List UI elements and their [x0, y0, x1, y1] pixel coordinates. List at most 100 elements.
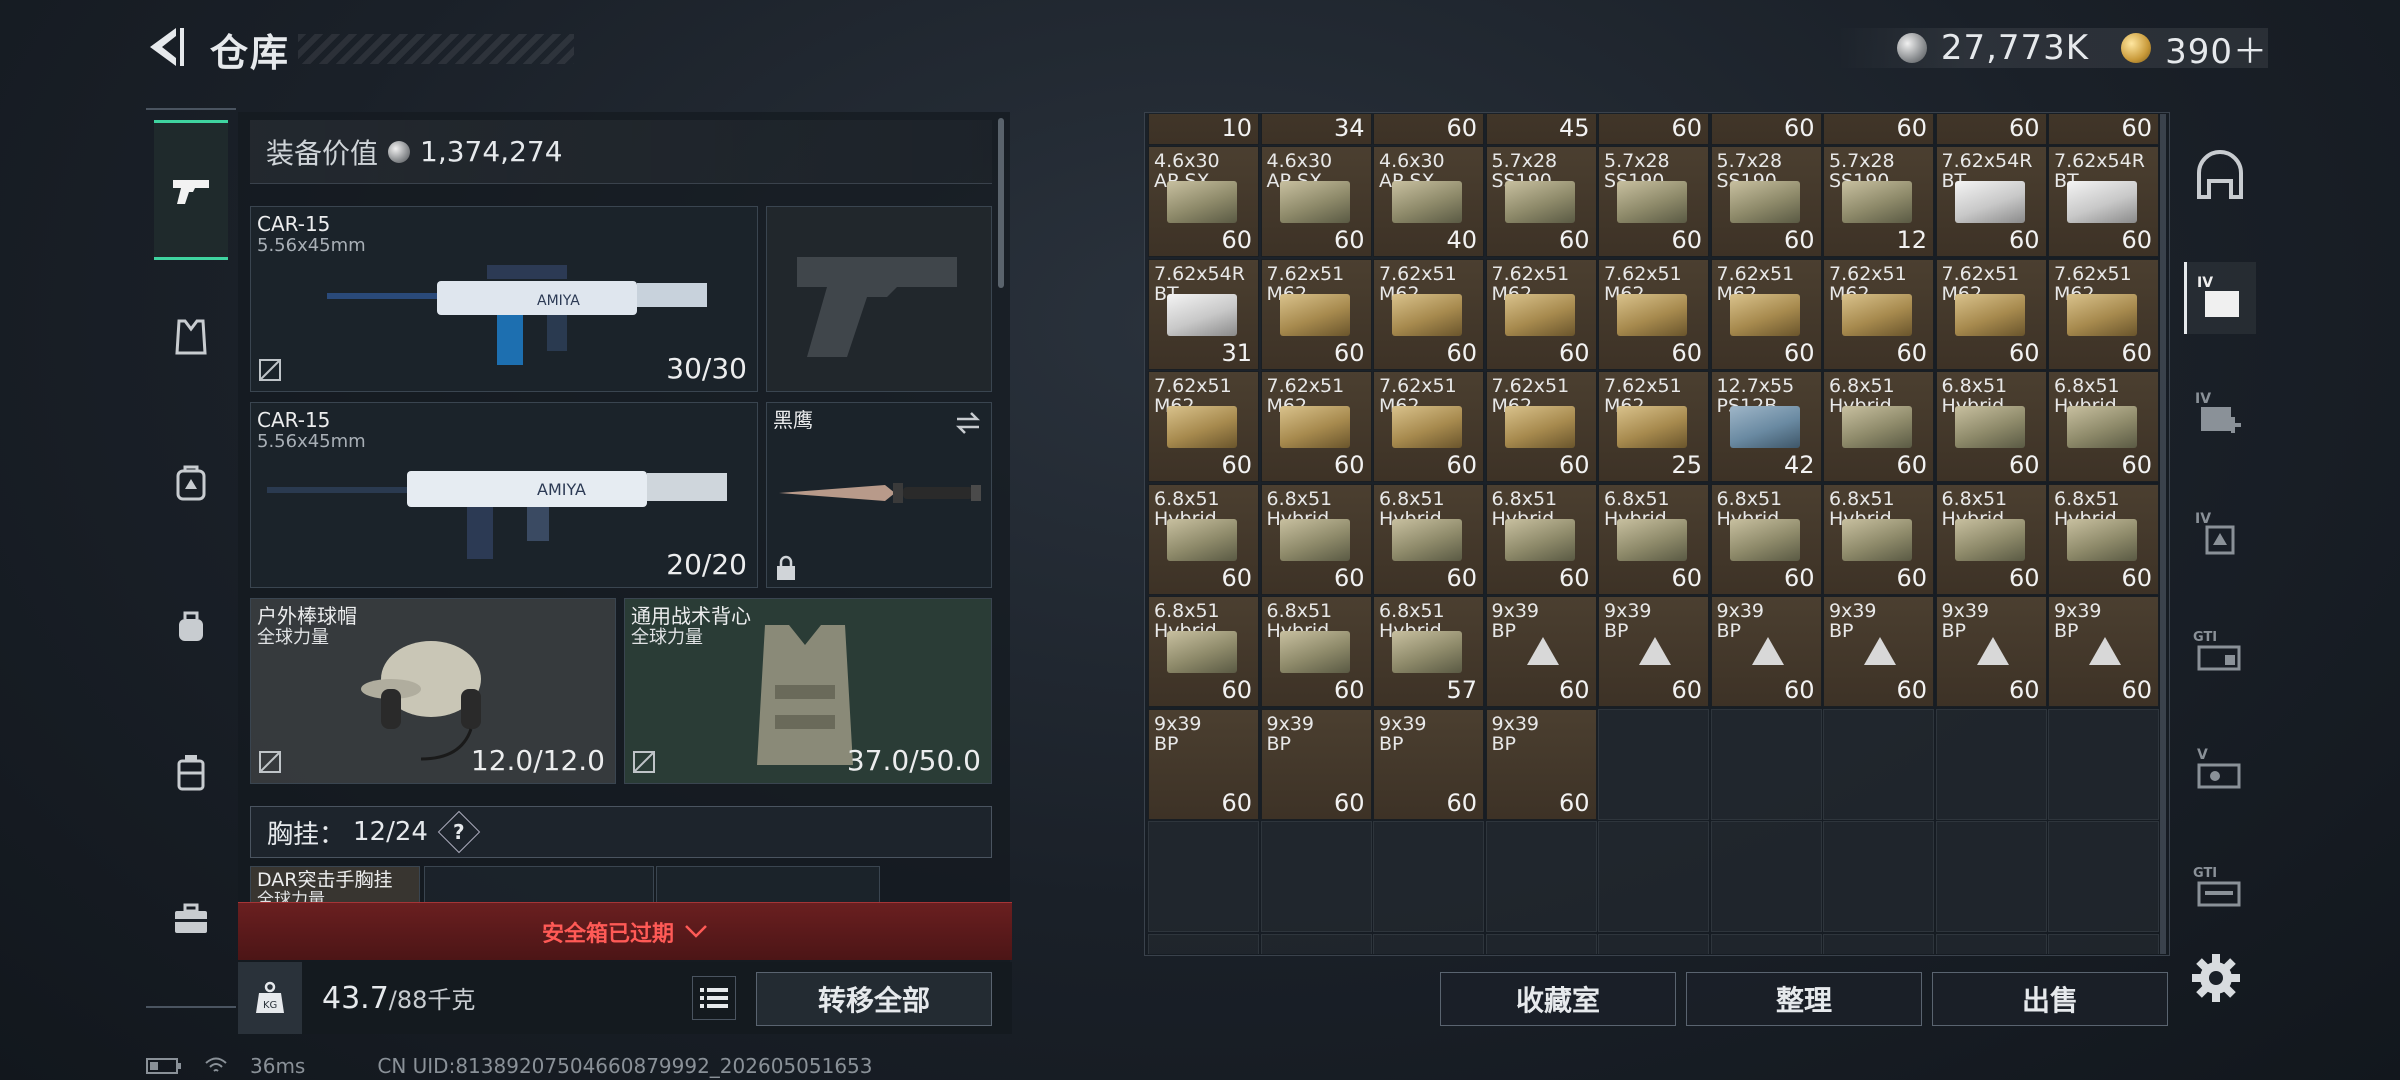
sell-button[interactable]: 出售 [1932, 972, 2168, 1026]
helmet-slot[interactable]: 户外棒球帽 全球力量 12.0/12.0 [250, 598, 616, 784]
inventory-item[interactable]: 7.62x51 M6260 [1598, 258, 1709, 370]
warehouse-home-tab[interactable] [2184, 140, 2256, 212]
inventory-item[interactable]: 5.7x28 SS19060 [1598, 146, 1709, 257]
empty-inventory-slot[interactable] [2048, 821, 2159, 932]
inventory-item[interactable]: 7.62x54R BT 31 [1148, 258, 1259, 370]
help-icon[interactable]: ? [437, 810, 481, 854]
inventory-item[interactable]: 9x39 BP 60 [1485, 596, 1597, 707]
melee-slot[interactable]: 黑鹰 [766, 402, 992, 588]
nav-bag[interactable] [154, 590, 228, 664]
warehouse-grid[interactable]: 1034604560606060604.6x30 AP SX604.6x30 A… [1148, 114, 2160, 954]
empty-inventory-slot[interactable] [2048, 708, 2159, 820]
warehouse-tab-3[interactable]: IV [2184, 498, 2256, 570]
inventory-item[interactable]: 6.8x51 Hybrid60 [1935, 483, 2047, 595]
inventory-item[interactable]: 34 [1260, 114, 1372, 145]
inventory-item[interactable]: 60 [1710, 114, 1822, 145]
empty-inventory-slot[interactable] [2048, 933, 2159, 954]
empty-inventory-slot[interactable] [1148, 821, 1259, 932]
empty-inventory-slot[interactable] [1485, 821, 1597, 932]
empty-inventory-slot[interactable] [1260, 933, 1372, 954]
secondary-weapon-slot[interactable]: CAR-15 5.56x45mm AMIYA 20/20 [250, 402, 758, 588]
warehouse-scrollbar[interactable] [2160, 114, 2166, 954]
safebox-expired-banner[interactable]: 安全箱已过期 [238, 902, 1012, 960]
inventory-item[interactable]: 45 [1485, 114, 1597, 145]
inventory-item[interactable]: 7.62x51 M6260 [2048, 258, 2159, 370]
empty-inventory-slot[interactable] [1823, 821, 1934, 932]
inventory-item[interactable]: 7.62x54R BT 60 [1935, 146, 2047, 257]
inventory-item[interactable]: 7.62x51 M6260 [1823, 258, 1934, 370]
inventory-item[interactable]: 6.8x51 Hybrid60 [1485, 483, 1597, 595]
empty-inventory-slot[interactable] [1710, 821, 1822, 932]
inventory-item[interactable]: 9x39 BP 60 [1485, 708, 1597, 820]
empty-inventory-slot[interactable] [1598, 708, 1709, 820]
inventory-item[interactable]: 6.8x51 Hybrid60 [1823, 483, 1934, 595]
empty-inventory-slot[interactable] [1598, 821, 1709, 932]
empty-inventory-slot[interactable] [1598, 933, 1709, 954]
chest-rig-bar[interactable]: 胸挂： 12/24 ? [250, 806, 992, 858]
inventory-item[interactable]: 60 [1373, 114, 1484, 145]
inventory-item[interactable]: 7.62x51 M6260 [1485, 258, 1597, 370]
primary-weapon-slot[interactable]: CAR-15 5.56x45mm AMIYA 30/30 [250, 206, 758, 392]
inventory-item[interactable]: 10 [1148, 114, 1259, 145]
inventory-item[interactable]: 7.62x51 M6260 [1148, 371, 1259, 482]
inventory-item[interactable]: 4.6x30 AP SX40 [1373, 146, 1484, 257]
empty-inventory-slot[interactable] [1373, 933, 1484, 954]
inventory-item[interactable]: 6.8x51 Hybrid57 [1373, 596, 1484, 707]
inventory-item[interactable]: 12.7x55 PS12B42 [1710, 371, 1822, 482]
empty-inventory-slot[interactable] [1260, 821, 1372, 932]
inventory-item[interactable]: 7.62x51 M6260 [1260, 258, 1372, 370]
chest-rig-empty-slot[interactable] [656, 866, 880, 906]
inventory-item[interactable]: 7.62x51 M6225 [1598, 371, 1709, 482]
chest-rig-empty-slot[interactable] [424, 866, 654, 906]
sort-button[interactable]: 整理 [1686, 972, 1922, 1026]
inventory-item[interactable]: 6.8x51 Hybrid60 [1260, 483, 1372, 595]
inventory-item[interactable]: 5.7x28 SS19012 [1823, 146, 1934, 257]
inventory-item[interactable]: 9x39 BP 60 [1598, 596, 1709, 707]
empty-inventory-slot[interactable] [1710, 933, 1822, 954]
empty-inventory-slot[interactable] [1485, 933, 1597, 954]
nav-armor[interactable] [154, 300, 228, 374]
inventory-item[interactable]: 5.7x28 SS19060 [1485, 146, 1597, 257]
collection-room-button[interactable]: 收藏室 [1440, 972, 1676, 1026]
warehouse-tab-2[interactable]: IV [2184, 378, 2256, 450]
inventory-item[interactable]: 9x39 BP 60 [1373, 708, 1484, 820]
empty-inventory-slot[interactable] [1373, 821, 1484, 932]
inventory-item[interactable]: 9x39 BP 60 [1148, 708, 1259, 820]
inventory-item[interactable]: 7.62x51 M6260 [1935, 258, 2047, 370]
empty-inventory-slot[interactable] [1935, 821, 2047, 932]
inventory-item[interactable]: 9x39 BP 60 [1710, 596, 1822, 707]
inventory-item[interactable]: 9x39 BP 60 [1260, 708, 1372, 820]
inventory-item[interactable]: 7.62x51 M6260 [1373, 258, 1484, 370]
nav-backpack[interactable] [154, 446, 228, 520]
empty-inventory-slot[interactable] [1823, 708, 1934, 820]
inventory-item[interactable]: 7.62x51 M6260 [1485, 371, 1597, 482]
inventory-item[interactable]: 6.8x51 Hybrid60 [1710, 483, 1822, 595]
inventory-item[interactable]: 6.8x51 Hybrid60 [1823, 371, 1934, 482]
inventory-item[interactable]: 6.8x51 Hybrid60 [2048, 371, 2159, 482]
nav-weapons[interactable] [154, 120, 228, 260]
back-arrow-icon[interactable] [142, 24, 188, 70]
equipment-scrollbar[interactable] [998, 118, 1004, 288]
inventory-item[interactable]: 6.8x51 Hybrid60 [1935, 371, 2047, 482]
inventory-item[interactable]: 60 [1823, 114, 1934, 145]
inventory-item[interactable]: 9x39 BP 60 [2048, 596, 2159, 707]
empty-inventory-slot[interactable] [1935, 933, 2047, 954]
inventory-item[interactable]: 7.62x51 M6260 [1260, 371, 1372, 482]
transfer-all-button[interactable]: 转移全部 [756, 972, 992, 1026]
chest-rig-item-slot[interactable]: DAR突击手胸挂 全球力量 [250, 866, 420, 910]
swap-icon[interactable] [953, 411, 983, 435]
inventory-item[interactable]: 4.6x30 AP SX60 [1148, 146, 1259, 257]
inventory-item[interactable]: 6.8x51 Hybrid60 [1148, 483, 1259, 595]
list-view-button[interactable] [692, 976, 736, 1020]
nav-case[interactable] [154, 736, 228, 810]
inventory-item[interactable]: 60 [1598, 114, 1709, 145]
inventory-item[interactable]: 6.8x51 Hybrid60 [1373, 483, 1484, 595]
empty-inventory-slot[interactable] [1710, 708, 1822, 820]
pistol-slot[interactable] [766, 206, 992, 392]
inventory-item[interactable]: 60 [1935, 114, 2047, 145]
nav-toolbox[interactable] [154, 882, 228, 956]
empty-inventory-slot[interactable] [1823, 933, 1934, 954]
inventory-item[interactable]: 60 [2048, 114, 2159, 145]
settings-gear-icon[interactable] [2188, 950, 2244, 1006]
inventory-item[interactable]: 6.8x51 Hybrid60 [2048, 483, 2159, 595]
